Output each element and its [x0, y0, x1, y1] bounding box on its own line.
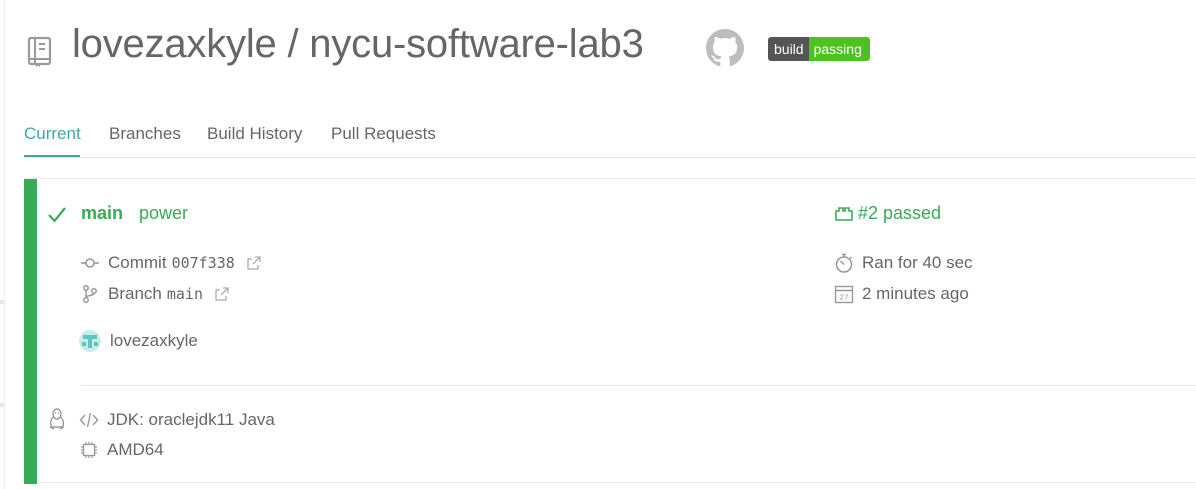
repo-title[interactable]: lovezaxkyle / nycu-software-lab3 — [72, 22, 644, 67]
calendar-day: 27 — [840, 294, 849, 302]
linux-icon — [49, 408, 65, 430]
current-build-card: main power Commit 007f338 Branch main lo… — [24, 178, 1196, 484]
edge-marker — [0, 300, 4, 304]
build-status-text: #2 passed — [858, 203, 942, 223]
left-edge-border — [0, 0, 5, 489]
commit-sha[interactable]: 007f338 — [172, 254, 235, 272]
commit-message[interactable]: power — [139, 203, 188, 224]
tab-pull-requests[interactable]: Pull Requests — [331, 124, 436, 144]
build-number-icon — [835, 206, 853, 221]
stopwatch-icon — [835, 253, 853, 273]
branch-label: Branch — [108, 284, 162, 303]
tab-branches[interactable]: Branches — [109, 124, 181, 144]
badge-status: passing — [808, 37, 870, 61]
edge-marker — [0, 403, 4, 407]
check-icon — [48, 207, 66, 223]
active-tab-indicator — [24, 155, 80, 157]
author-row: lovezaxkyle — [79, 330, 198, 352]
github-icon[interactable] — [706, 29, 744, 67]
branch-row: Branch main — [80, 284, 229, 304]
jdk-row: JDK: oraclejdk11 Java — [79, 410, 275, 430]
commit-label: Commit — [108, 253, 167, 272]
build-status-bar — [24, 179, 37, 484]
author-name[interactable]: lovezaxkyle — [110, 331, 198, 351]
branch-icon — [83, 285, 97, 303]
commit-icon — [81, 258, 99, 268]
avatar — [79, 330, 101, 352]
duration-row: Ran for 40 sec — [834, 253, 973, 273]
finished-row: 27 2 minutes ago — [834, 284, 969, 304]
tab-current[interactable]: Current — [24, 124, 81, 144]
tab-build-history[interactable]: Build History — [207, 124, 302, 144]
repo-icon — [27, 36, 52, 67]
badge-label: build — [768, 37, 809, 61]
calendar-icon: 27 — [834, 285, 854, 304]
cpu-icon — [81, 442, 97, 458]
external-link-icon[interactable] — [215, 287, 229, 301]
tab-bar: Current Branches Build History Pull Requ… — [24, 115, 1196, 158]
build-duration: Ran for 40 sec — [862, 253, 973, 272]
jdk-language: JDK: oraclejdk11 Java — [107, 410, 275, 429]
build-status-badge[interactable]: build passing — [768, 37, 870, 61]
branch-value[interactable]: main — [167, 285, 203, 303]
arch-row: AMD64 — [79, 440, 164, 460]
code-icon — [79, 412, 99, 428]
build-page: lovezaxkyle / nycu-software-lab3 build p… — [0, 0, 1196, 489]
external-link-icon[interactable] — [247, 256, 261, 270]
build-number-status[interactable]: #2 passed — [834, 203, 941, 224]
build-branch-name[interactable]: main — [81, 203, 123, 224]
commit-row: Commit 007f338 — [80, 253, 261, 273]
cpu-arch: AMD64 — [107, 440, 164, 459]
card-divider — [81, 385, 1196, 386]
build-finished: 2 minutes ago — [862, 284, 969, 303]
